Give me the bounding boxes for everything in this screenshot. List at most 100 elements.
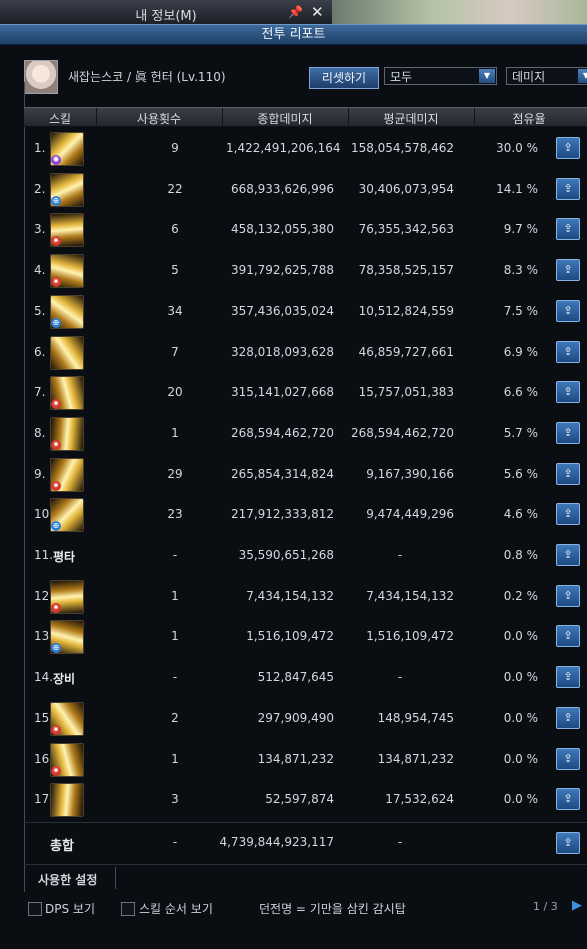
share-icon[interactable]: ⇪ [556, 137, 580, 159]
total-damage: 7,434,154,132 [246, 588, 334, 603]
skill-icon: ⊕ [50, 172, 84, 207]
column-divider [96, 108, 97, 126]
share-percent: 8.3 % [503, 263, 538, 278]
average-damage: 10,512,824,559 [358, 303, 454, 318]
share-icon[interactable]: ⇪ [556, 706, 580, 729]
share-icon[interactable]: ⇪ [556, 259, 580, 282]
page-indicator: 1 / 3 [533, 900, 558, 913]
use-count: 9 [171, 141, 179, 155]
table-row: 14. 장비 - 512,847,645 - 0.0 % ⇪ [24, 657, 587, 697]
share-percent: 0.0 % [503, 751, 538, 766]
chevron-down-icon: ▼ [578, 69, 587, 83]
share-icon[interactable]: ⇪ [556, 788, 580, 811]
table-row: 13. ⊕ 1 1,516,109,472 1,516,109,472 0.0 % ⇪ [24, 616, 587, 656]
row-number: 2. [34, 181, 46, 196]
share-percent: 4.6 % [503, 507, 538, 522]
total-damage: 35,590,651,268 [238, 548, 334, 562]
share-icon[interactable]: ⇪ [556, 584, 580, 607]
share-icon[interactable]: ⇪ [556, 462, 580, 485]
skill-icon: ✷ [50, 457, 84, 492]
share-percent: 14.1 % [496, 181, 538, 196]
total-damage: 668,933,626,996 [230, 181, 334, 196]
red-element-icon: ✷ [51, 236, 61, 247]
average-damage: 1,516,109,472 [366, 629, 454, 644]
red-element-icon: ✷ [51, 602, 61, 613]
table-row: 8. ✷ 1 268,594,462,720 268,594,462,720 5.7 % ⇪ [24, 413, 587, 453]
use-count: 20 [167, 385, 183, 400]
dps-view-checkbox[interactable] [28, 902, 42, 916]
skill-icon: ✷ [50, 376, 84, 411]
use-count: 6 [171, 222, 179, 237]
next-page-icon[interactable]: ▶ [572, 898, 582, 913]
use-count: 1 [171, 425, 179, 440]
metric-filter-select[interactable]: 데미지 ▼ [506, 67, 587, 85]
red-element-icon: ✷ [51, 277, 61, 288]
chevron-down-icon: ▼ [479, 69, 495, 83]
share-icon[interactable]: ⇪ [556, 832, 580, 854]
average-damage: - [397, 670, 403, 685]
table-row: 17. 3 52,597,874 17,532,624 0.0 % ⇪ [24, 779, 587, 819]
table-row: 11. 평타 - 35,590,651,268 - 0.8 % ⇪ [24, 535, 587, 575]
use-count: 1 [171, 629, 179, 644]
skill-order-label: 스킬 순서 보기 [139, 902, 213, 916]
pin-icon[interactable]: 📌 [288, 5, 303, 19]
use-count: 7 [171, 344, 179, 359]
character-avatar [24, 60, 58, 94]
share-percent: 0.0 % [503, 710, 538, 725]
use-count: 23 [167, 507, 183, 522]
close-icon[interactable]: ✕ [311, 3, 324, 21]
info-window-title: 내 정보(M) [135, 9, 197, 24]
row-number: 14. [34, 670, 54, 685]
share-icon[interactable]: ⇪ [556, 381, 580, 404]
purple-element-icon: ✺ [51, 155, 61, 165]
total-damage: 4,739,844,923,117 [219, 835, 334, 849]
skill-icon: ⊕ [50, 620, 84, 655]
use-count: - [172, 548, 178, 562]
table-row: 3. ✷ 6 458,132,055,380 76,355,342,563 9.7 % ⇪ [24, 209, 587, 249]
blue-element-icon: ⊕ [51, 521, 61, 532]
total-damage: 297,909,490 [257, 710, 334, 725]
use-count: 1 [171, 751, 179, 766]
use-count: 2 [171, 710, 179, 725]
info-window-titlebar: 내 정보(M) 📌 ✕ [0, 0, 587, 25]
red-element-icon: ✷ [51, 439, 61, 450]
average-damage: 158,054,578,462 [350, 141, 454, 155]
share-icon[interactable]: ⇪ [556, 625, 580, 648]
dps-view-label: DPS 보기 [45, 902, 95, 916]
table-row: 5. ⊕ 34 357,436,035,024 10,512,824,559 7.5 % ⇪ [24, 291, 587, 331]
total-damage: 52,597,874 [265, 792, 334, 807]
share-icon[interactable]: ⇪ [556, 218, 580, 241]
share-icon[interactable]: ⇪ [556, 421, 580, 444]
row-number: 6. [34, 344, 46, 359]
row-label: 장비 [53, 672, 76, 687]
share-percent: 30.0 % [496, 141, 538, 155]
table-row: 7. ✷ 20 315,141,027,668 15,757,051,383 6.6 % ⇪ [24, 372, 587, 412]
total-damage: 328,018,093,628 [230, 344, 334, 359]
share-icon[interactable]: ⇪ [556, 747, 580, 770]
share-icon[interactable]: ⇪ [556, 544, 580, 566]
share-icon[interactable]: ⇪ [556, 666, 580, 689]
metric-filter-value: 데미지 [512, 70, 546, 84]
share-icon[interactable]: ⇪ [556, 503, 580, 526]
average-damage: 78,358,525,157 [358, 263, 454, 278]
average-damage: 148,954,745 [377, 710, 454, 725]
share-percent: 0.0 % [503, 629, 538, 644]
red-element-icon: ✷ [51, 399, 61, 410]
table-header: 스킬 사용횟수 종합데미지 평균데미지 점유율 [24, 107, 587, 127]
average-damage: - [397, 548, 403, 562]
column-divider [348, 108, 349, 126]
blue-element-icon: ⊕ [51, 195, 61, 206]
reset-button[interactable]: 리셋하기 [309, 67, 379, 89]
average-damage: 76,355,342,563 [358, 222, 454, 237]
column-header-skill: 스킬 [48, 112, 72, 126]
share-icon[interactable]: ⇪ [556, 177, 580, 200]
skill-icon: ✷ [50, 742, 84, 777]
share-icon[interactable]: ⇪ [556, 299, 580, 322]
skill-order-checkbox[interactable] [121, 902, 135, 916]
share-icon[interactable]: ⇪ [556, 340, 580, 363]
row-number: 4. [34, 263, 46, 278]
table-row: 10. ⊕ 23 217,912,333,812 9,474,449,296 4.6 % ⇪ [24, 494, 587, 534]
average-damage: 134,871,232 [377, 751, 454, 766]
column-divider [474, 108, 475, 126]
target-filter-select[interactable]: 모두 ▼ [384, 67, 497, 85]
